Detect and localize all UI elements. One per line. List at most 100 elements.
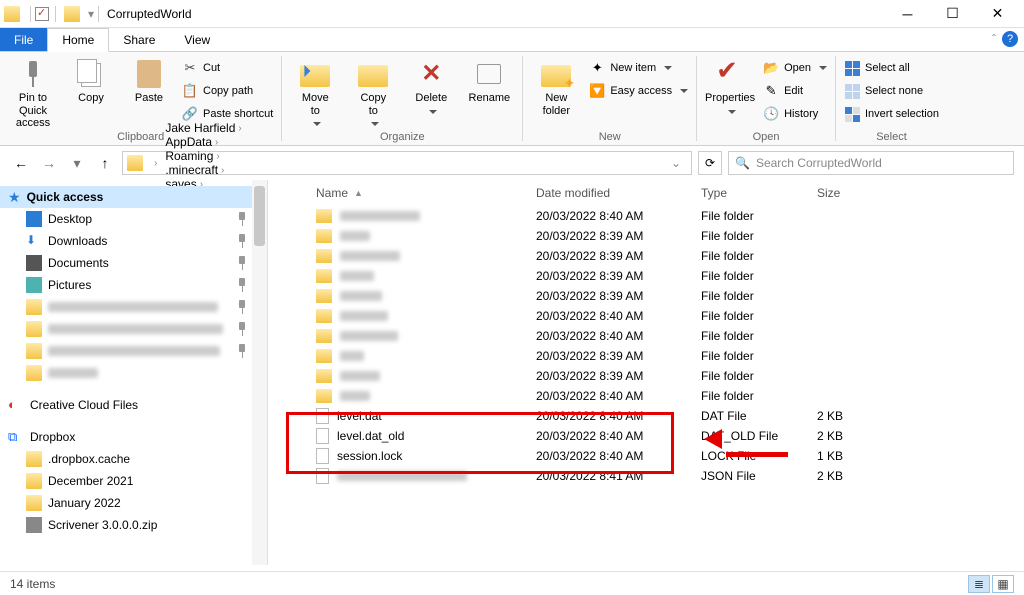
sidebar-pictures[interactable]: Pictures (0, 274, 267, 296)
new-item-button[interactable]: ✦New item (587, 58, 690, 78)
creative-cloud-icon: ◐ (8, 397, 24, 413)
zip-icon (26, 517, 42, 533)
tab-view[interactable]: View (170, 28, 225, 51)
sidebar-jan-2022[interactable]: January 2022 (0, 492, 267, 514)
folder-icon (316, 349, 332, 363)
titlebar: ▾ CorruptedWorld ─ ☐ ✕ (0, 0, 1024, 28)
recent-button[interactable]: ▾ (66, 152, 88, 174)
properties-button[interactable]: Properties (703, 56, 757, 118)
file-row[interactable]: level.dat_old 20/03/2022 8:40 AM DAT_OLD… (268, 426, 1024, 446)
copy-path-button[interactable]: 📋Copy path (180, 81, 275, 101)
sidebar-creative-cloud[interactable]: ◐Creative Cloud Files (0, 394, 267, 416)
sidebar-scrivener-zip[interactable]: Scrivener 3.0.0.0.zip (0, 514, 267, 536)
search-input[interactable]: 🔍 Search CorruptedWorld (728, 151, 1014, 175)
file-row[interactable]: level.dat 20/03/2022 8:40 AM DAT File 2 … (268, 406, 1024, 426)
collapse-ribbon-button[interactable]: ˆ (992, 32, 996, 46)
folder-icon (316, 229, 332, 243)
refresh-button[interactable]: ⟳ (698, 151, 722, 175)
easy-access-button[interactable]: 🔽Easy access (587, 81, 690, 101)
column-size[interactable]: Size (817, 186, 887, 200)
back-button[interactable]: ← (10, 152, 32, 174)
sidebar-folder[interactable] (0, 362, 267, 384)
sidebar-documents[interactable]: Documents (0, 252, 267, 274)
file-row[interactable]: 20/03/2022 8:39 AM File folder (268, 286, 1024, 306)
pictures-icon (26, 277, 42, 293)
delete-icon: ✕ (421, 60, 441, 88)
sidebar-scrollbar[interactable] (252, 180, 267, 565)
paste-button[interactable]: Paste (122, 56, 176, 105)
file-row[interactable]: session.lock 20/03/2022 8:40 AM LOCK Fil… (268, 446, 1024, 466)
copy-to-button[interactable]: Copy to (346, 56, 400, 130)
tab-home[interactable]: Home (47, 28, 109, 52)
folder-icon (26, 451, 42, 467)
sidebar-quick-access[interactable]: ★Quick access (0, 186, 267, 208)
column-date[interactable]: Date modified (536, 186, 701, 200)
sidebar-desktop[interactable]: Desktop (0, 208, 267, 230)
sidebar-dec-2021[interactable]: December 2021 (0, 470, 267, 492)
minimize-button[interactable]: ─ (885, 0, 930, 28)
close-button[interactable]: ✕ (975, 0, 1020, 28)
breadcrumb-segment[interactable]: .minecraft› (161, 163, 260, 177)
folder-icon (64, 6, 80, 22)
view-icons-button[interactable]: ▦ (992, 575, 1014, 593)
properties-icon (716, 60, 744, 88)
desktop-icon (26, 211, 42, 227)
pin-icon (237, 300, 247, 314)
qa-check-icon[interactable] (35, 7, 49, 21)
file-row[interactable]: 20/03/2022 8:39 AM File folder (268, 366, 1024, 386)
maximize-button[interactable]: ☐ (930, 0, 975, 28)
invert-selection-icon (844, 106, 860, 122)
file-row[interactable]: 20/03/2022 8:39 AM File folder (268, 346, 1024, 366)
copy-button[interactable]: Copy (64, 56, 118, 105)
sort-indicator-icon: ▲ (354, 188, 363, 198)
column-type[interactable]: Type (701, 186, 817, 200)
edit-button[interactable]: ✎Edit (761, 81, 829, 101)
sidebar-dropbox[interactable]: ⧉Dropbox (0, 426, 267, 448)
sidebar-folder[interactable] (0, 296, 267, 318)
file-row[interactable]: 20/03/2022 8:41 AM JSON File 2 KB (268, 466, 1024, 486)
history-button[interactable]: 🕓History (761, 104, 829, 124)
breadcrumb-segment[interactable]: Roaming› (161, 149, 260, 163)
pin-icon (237, 322, 247, 336)
folder-icon (127, 155, 143, 171)
file-row[interactable]: 20/03/2022 8:40 AM File folder (268, 326, 1024, 346)
folder-icon (26, 321, 42, 337)
select-none-button[interactable]: Select none (842, 81, 941, 101)
sidebar-dropbox-cache[interactable]: .dropbox.cache (0, 448, 267, 470)
pin-icon (237, 234, 247, 248)
sidebar-folder[interactable] (0, 318, 267, 340)
view-details-button[interactable]: ≣ (968, 575, 990, 593)
sidebar-downloads[interactable]: ⬇Downloads (0, 230, 267, 252)
tab-share[interactable]: Share (109, 28, 170, 51)
open-button[interactable]: 📂Open (761, 58, 829, 78)
sidebar-folder[interactable] (0, 340, 267, 362)
new-folder-button[interactable]: New folder (529, 56, 583, 117)
address-dropdown-button[interactable]: ⌄ (665, 156, 687, 170)
ribbon: Pin to Quick access Copy Paste Cut 📋Copy… (0, 52, 1024, 146)
move-to-button[interactable]: Move to (288, 56, 342, 130)
folder-icon (316, 209, 332, 223)
folder-icon (26, 365, 42, 381)
file-row[interactable]: 20/03/2022 8:40 AM File folder (268, 306, 1024, 326)
tab-file[interactable]: File (0, 28, 47, 51)
paste-shortcut-button[interactable]: 🔗Paste shortcut (180, 104, 275, 124)
address-bar[interactable]: › Jake Harfield›AppData›Roaming›.minecra… (122, 151, 692, 175)
delete-button[interactable]: ✕ Delete (404, 56, 458, 118)
up-button[interactable]: ↑ (94, 152, 116, 174)
file-row[interactable]: 20/03/2022 8:40 AM File folder (268, 386, 1024, 406)
pin-to-quick-access-button[interactable]: Pin to Quick access (6, 56, 60, 130)
cut-button[interactable]: Cut (180, 58, 275, 78)
forward-button[interactable]: → (38, 152, 60, 174)
rename-button[interactable]: Rename (462, 56, 516, 105)
copy-path-icon: 📋 (182, 83, 198, 99)
invert-selection-button[interactable]: Invert selection (842, 104, 941, 124)
file-row[interactable]: 20/03/2022 8:39 AM File folder (268, 246, 1024, 266)
help-button[interactable]: ? (1002, 31, 1018, 47)
pin-icon (237, 212, 247, 226)
file-row[interactable]: 20/03/2022 8:40 AM File folder (268, 206, 1024, 226)
column-name[interactable]: Name▲ (288, 186, 536, 200)
file-row[interactable]: 20/03/2022 8:39 AM File folder (268, 266, 1024, 286)
select-all-button[interactable]: Select all (842, 58, 941, 78)
file-row[interactable]: 20/03/2022 8:39 AM File folder (268, 226, 1024, 246)
new-folder-icon (541, 65, 571, 87)
